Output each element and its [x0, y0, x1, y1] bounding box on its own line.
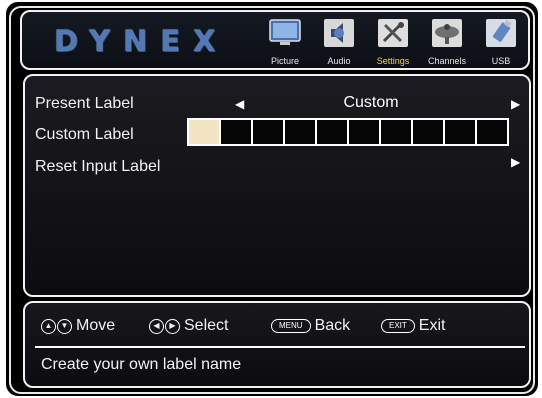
arrow-left-icon[interactable]: ◀ — [235, 97, 244, 111]
present-label-row[interactable]: Present Label — [35, 95, 134, 113]
hint-panel: ▲ ▼ Move ◀ ▶ Select MENU Back EXIT Exit … — [23, 301, 531, 388]
tab-audio[interactable]: Audio — [312, 15, 366, 69]
char-cell[interactable] — [221, 120, 253, 144]
char-cell[interactable] — [445, 120, 477, 144]
hint-move-label: Move — [76, 317, 116, 334]
dynex-logo: DYNEX — [54, 24, 229, 58]
custom-label-row[interactable]: Custom Label — [35, 126, 134, 144]
arrow-right-icon[interactable]: ▶ — [511, 155, 520, 169]
satellite-dish-icon — [432, 19, 462, 47]
hint-move: ▲ ▼ Move — [41, 316, 115, 336]
settings-panel: Present Label ◀ Custom ▶ Custom Label Re… — [23, 74, 531, 297]
arrow-right-icon[interactable]: ▶ — [511, 97, 520, 111]
tab-usb[interactable]: USB — [474, 15, 528, 69]
tab-label: Picture — [270, 56, 299, 66]
tools-icon — [378, 19, 408, 47]
present-label-value: Custom — [343, 94, 399, 111]
tab-label: Settings — [376, 56, 410, 66]
char-cell[interactable] — [253, 120, 285, 144]
menu-tabs: Picture Audio Settings Channels USB — [258, 15, 530, 69]
usb-drive-icon — [486, 19, 516, 47]
char-cell[interactable] — [189, 120, 221, 144]
reset-input-label-row[interactable]: Reset Input Label — [35, 158, 160, 176]
tab-channels[interactable]: Channels — [420, 15, 474, 69]
hint-back: MENU Back — [271, 316, 350, 336]
divider — [35, 346, 525, 348]
char-cell[interactable] — [413, 120, 445, 144]
custom-label-input[interactable] — [187, 118, 509, 146]
tab-picture[interactable]: Picture — [258, 15, 312, 69]
header-panel: DYNEX Picture Audio Settings Channels US… — [20, 10, 530, 70]
exit-key-icon: EXIT — [381, 319, 415, 333]
hint-select-label: Select — [184, 317, 229, 334]
hint-exit-label: Exit — [418, 317, 446, 334]
tab-label: USB — [491, 56, 511, 66]
menu-key-icon: MENU — [271, 319, 311, 333]
char-cell[interactable] — [381, 120, 413, 144]
tv-icon — [269, 19, 301, 45]
char-cell[interactable] — [477, 120, 507, 144]
speaker-icon — [324, 19, 354, 47]
hint-select: ◀ ▶ Select — [149, 316, 228, 336]
tab-label: Audio — [327, 56, 351, 66]
char-cell[interactable] — [285, 120, 317, 144]
char-cell[interactable] — [349, 120, 381, 144]
left-arrow-icon: ◀ — [149, 318, 164, 334]
char-cell[interactable] — [317, 120, 349, 144]
up-arrow-icon: ▲ — [41, 318, 56, 334]
hint-back-label: Back — [314, 317, 351, 334]
tab-label: Channels — [427, 56, 467, 66]
tab-settings[interactable]: Settings — [366, 15, 420, 69]
help-text: Create your own label name — [41, 356, 242, 373]
down-arrow-icon: ▼ — [57, 318, 72, 334]
hint-exit: EXIT Exit — [381, 316, 445, 336]
right-arrow-icon: ▶ — [165, 318, 180, 334]
